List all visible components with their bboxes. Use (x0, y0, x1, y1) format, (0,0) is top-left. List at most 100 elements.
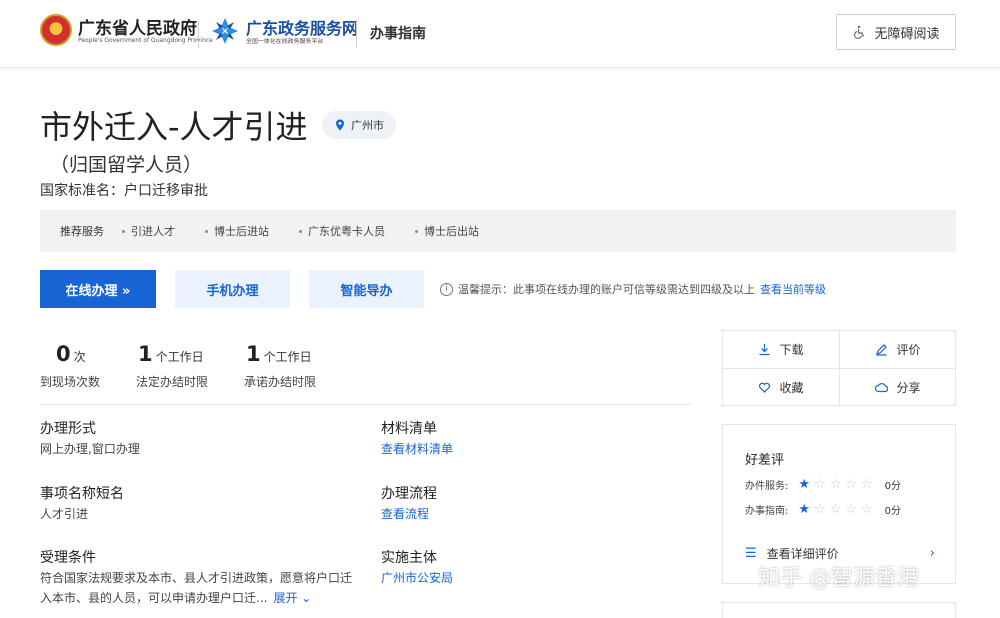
conditions-text: 符合国家法规要求及本市、县人才引进政策，愿意将户口迁入本市、县的人员，可以申请办… (40, 568, 360, 608)
short-name-value: 人才引进 (40, 507, 89, 521)
recommend-item[interactable]: 博士后进站 (205, 223, 269, 239)
service-rating-row: 办件服务: ★ ☆ ☆ ☆ ☆ 0分 (745, 477, 901, 492)
heart-icon (759, 382, 771, 393)
page-subtitle: （归国留学人员） (50, 154, 203, 176)
service-rating-label: 办件服务: (745, 481, 789, 492)
download-icon (759, 344, 770, 356)
recommend-item[interactable]: 博士后出站 (415, 223, 479, 239)
service-star-rating: ★ ☆ ☆ ☆ ☆ (798, 478, 872, 491)
edit-icon (876, 344, 888, 356)
share-button[interactable]: 分享 (840, 369, 956, 406)
extra-card (722, 602, 956, 618)
online-apply-button[interactable]: 在线办理 » (40, 270, 156, 308)
conditions-heading: 受理条件 (40, 550, 96, 566)
page-title: 市外迁入-人才引进 (40, 108, 308, 146)
form-heading: 办理形式 (40, 421, 96, 437)
short-name-heading: 事项名称短名 (40, 486, 124, 502)
stat-number: 0 (56, 342, 71, 366)
stat-label: 到现场次数 (40, 375, 101, 389)
star-icon: ★ (798, 477, 811, 492)
gov-name[interactable]: 广东省人民政府 (78, 14, 197, 39)
download-button[interactable]: 下载 (723, 331, 839, 368)
process-heading: 办理流程 (381, 486, 437, 502)
agency-heading: 实施主体 (381, 550, 437, 566)
stat-number: 1 (138, 342, 153, 366)
process-link[interactable]: 查看流程 (381, 505, 429, 522)
evaluate-button[interactable]: 评价 (840, 331, 956, 368)
materials-link[interactable]: 查看材料清单 (381, 440, 453, 457)
guide-rating-row: 办事指南: ★ ☆ ☆ ☆ ☆ 0分 (745, 502, 901, 517)
stat-legal-limit: 1 个工作日 (138, 342, 204, 366)
guide-rating-label: 办事指南: (745, 506, 789, 517)
recommend-item-label: 博士后出站 (424, 225, 479, 238)
star-icon: ☆ (829, 502, 842, 517)
service-name[interactable]: 广东政务服务网 (246, 15, 358, 39)
share-icon (875, 383, 889, 393)
service-score: 0分 (884, 481, 902, 492)
header-divider (356, 20, 357, 48)
stat-label: 法定办结时限 (136, 375, 209, 389)
stat-unit: 个工作日 (263, 350, 312, 364)
recommend-item[interactable]: 引进人才 (122, 223, 175, 239)
star-icon: ★ (798, 502, 811, 517)
location-pin-icon (336, 119, 344, 131)
star-icon: ☆ (845, 502, 857, 517)
list-icon: ☰ (745, 546, 757, 561)
smart-guide-button[interactable]: 智能导办 (309, 270, 424, 308)
header-divider (198, 20, 199, 48)
city-badge[interactable]: 广州市 (322, 111, 396, 139)
accessibility-button[interactable]: 无障碍阅读 (836, 14, 956, 50)
info-icon: i (440, 282, 453, 296)
form-value: 网上办理,窗口办理 (40, 442, 140, 456)
city-label: 广州市 (351, 119, 384, 132)
star-icon: ☆ (814, 502, 826, 517)
service-logo-icon (212, 18, 238, 44)
rating-title: 好差评 (745, 453, 785, 468)
stat-unit: 个工作日 (155, 350, 204, 364)
divider (40, 404, 692, 405)
stat-visits: 0次 (56, 342, 86, 366)
bullet-icon (299, 229, 302, 233)
favorite-button[interactable]: 收藏 (723, 369, 839, 406)
bullet-icon (415, 229, 418, 233)
star-icon: ☆ (861, 502, 873, 517)
star-icon: ☆ (845, 477, 857, 492)
tip-notice: i 温馨提示：此事项在线办理的账户可信等级需达到四级及以上 查看当前等级 (440, 281, 826, 297)
service-subtitle: 全国一体化在线政务服务平台 (246, 37, 324, 45)
recommend-item[interactable]: 广东优粤卡人员 (299, 223, 385, 239)
star-icon: ☆ (861, 477, 873, 492)
favorite-label: 收藏 (779, 381, 804, 395)
section-title: 办事指南 (370, 26, 426, 42)
star-icon: ☆ (829, 477, 842, 492)
share-label: 分享 (896, 381, 921, 395)
bullet-icon (122, 229, 125, 233)
recommend-item-label: 博士后进站 (214, 225, 269, 238)
guide-star-rating: ★ ☆ ☆ ☆ ☆ (798, 503, 872, 516)
national-emblem-icon (40, 14, 72, 46)
bullet-icon (205, 229, 208, 233)
gov-subtitle: People's Government of Guangdong Provinc… (78, 37, 213, 44)
recommend-item-label: 广东优粤卡人员 (308, 225, 385, 238)
top-header: 广东省人民政府 People's Government of Guangdong… (0, 0, 1000, 68)
view-level-link[interactable]: 查看当前等级 (760, 281, 826, 297)
stat-promise-limit: 1 个工作日 (246, 342, 312, 366)
chevron-right-icon: › (929, 546, 935, 561)
stat-label: 承诺办结时限 (244, 375, 317, 389)
watermark: 知乎 @智源香港 (758, 566, 919, 591)
accessibility-label: 无障碍阅读 (874, 26, 940, 42)
evaluate-label: 评价 (896, 343, 921, 357)
tools-card: 下载 评价 收藏 分享 (722, 330, 956, 406)
agency-link[interactable]: 广州市公安局 (381, 569, 453, 586)
tip-text: 温馨提示：此事项在线办理的账户可信等级需达到四级及以上 (458, 283, 755, 296)
stat-unit: 次 (73, 350, 86, 364)
materials-heading: 材料清单 (381, 421, 437, 437)
star-icon: ☆ (814, 477, 826, 492)
expand-toggle[interactable]: 展开 ⌄ (273, 591, 311, 605)
guide-score: 0分 (884, 506, 902, 517)
download-label: 下载 (779, 343, 804, 357)
mobile-apply-button[interactable]: 手机办理 (175, 270, 290, 308)
standard-name: 国家标准名：户口迁移审批 (40, 183, 208, 199)
recommend-item-label: 引进人才 (131, 225, 175, 238)
recommend-bar: 推荐服务 引进人才 博士后进站 广东优粤卡人员 博士后出站 (40, 210, 956, 252)
recommend-label: 推荐服务 (60, 225, 104, 238)
